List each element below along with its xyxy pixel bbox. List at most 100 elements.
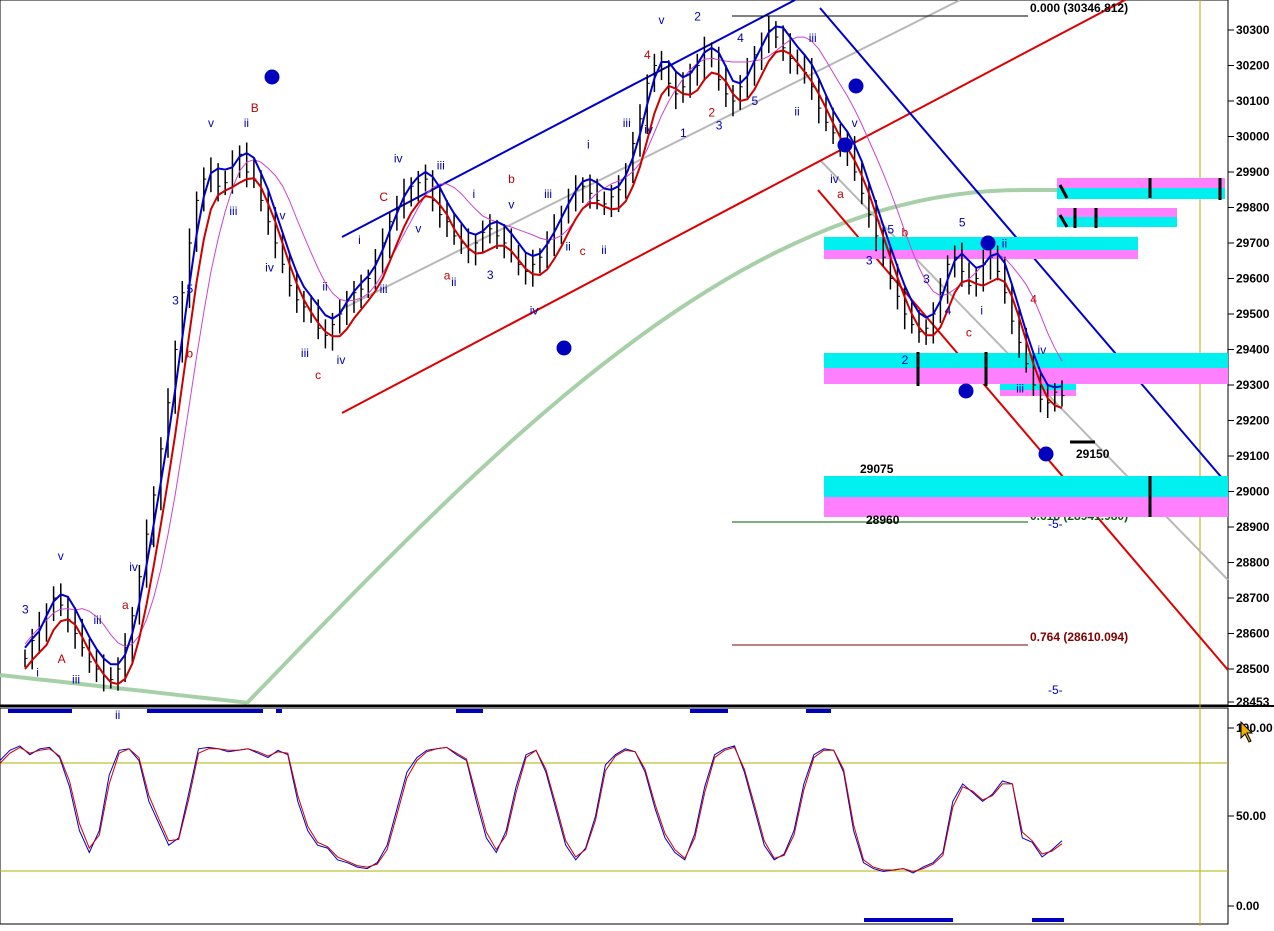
price-axis-label: 29200	[1236, 414, 1270, 428]
price-axis-label: 30000	[1236, 130, 1270, 144]
wave-label-blue: v	[852, 116, 858, 130]
wave-label-blue: 5	[751, 94, 758, 108]
wave-label-blue: i	[358, 233, 361, 247]
wave-label-blue: iii	[623, 116, 631, 130]
level-29075: 29075	[860, 462, 894, 476]
wave-circle-label: 3	[269, 71, 276, 85]
wave-label-blue: 3	[923, 272, 930, 286]
wave-label-blue: 5	[959, 215, 966, 229]
price-axis-label: 28600	[1236, 627, 1270, 641]
wave-label-blue: iii	[229, 204, 237, 218]
signal-bar	[147, 709, 263, 713]
wave-label-blue: ii	[244, 116, 249, 130]
wave-circle-label: 1	[842, 139, 849, 153]
wave-label-red: c	[580, 244, 586, 258]
chart-svg: 30300 30200 30100 30000 29900 29800 29700 29600…	[0, 0, 1274, 926]
wave-label-red: a	[444, 269, 451, 283]
wave-label-red: b	[508, 172, 515, 186]
wave-label-blue: iii	[809, 31, 817, 45]
wave-label-red: A	[58, 652, 66, 666]
signal-bar	[690, 709, 728, 713]
wave-label-blue: ii	[115, 708, 120, 722]
price-zone	[1057, 178, 1225, 188]
wave-label-red: b	[186, 347, 193, 361]
price-axis-label: 29900	[1236, 165, 1270, 179]
price-axis-label: 29700	[1236, 236, 1270, 250]
wave-label-blue: iii	[380, 282, 388, 296]
wave-label-blue: 3	[866, 254, 873, 268]
wave-label-blue: 4	[945, 303, 952, 317]
wave-label-blue: iii	[301, 346, 309, 360]
level-28960: 28960	[866, 513, 900, 527]
wave-label-blue: iv	[394, 152, 403, 166]
wave-label-red: a	[837, 187, 844, 201]
wave-circle-label: 3	[963, 385, 970, 399]
stoch-line-0	[0, 745, 1063, 874]
wave-label-red: B	[251, 101, 259, 115]
fib-label-0: 0.000 (30346.812)	[1030, 1, 1128, 15]
wave-label-blue: iv	[1038, 343, 1047, 357]
signal-bar	[864, 918, 953, 922]
wave-label-blue: ii	[601, 243, 606, 257]
price-zone	[1057, 188, 1225, 199]
wave-label-red: b	[902, 225, 909, 239]
wave-label-blue: iii	[437, 159, 445, 173]
wave-label-blue: iii	[94, 613, 102, 627]
wave-label-blue: ii	[451, 275, 456, 289]
fib-marker-b: -5-	[1048, 683, 1063, 697]
wave-label-red: c	[315, 368, 321, 382]
fib-label-764: 0.764 (28610.094)	[1030, 630, 1128, 644]
wave-label-blue: 1	[680, 126, 687, 140]
wave-label-blue: iv	[830, 172, 839, 186]
wave-label-blue: iv	[265, 261, 274, 275]
wave-circle-label: 5	[1043, 448, 1050, 462]
wave-label-blue: ii	[794, 105, 799, 119]
wave-label-blue: iv	[530, 303, 539, 317]
price-zone	[824, 476, 1228, 497]
wave-label-blue: iii	[1016, 381, 1024, 395]
wave-label-blue: i	[36, 665, 39, 679]
price-axis-label: 29300	[1236, 378, 1270, 392]
stoch-axis-label: 0.00	[1236, 899, 1260, 913]
price-axis-label: 29000	[1236, 485, 1270, 499]
price-axis-label: 29500	[1236, 307, 1270, 321]
chart-root: 30300 30200 30100 30000 29900 29800 29700 29600…	[0, 0, 1274, 926]
wave-circle-label: 4	[561, 342, 568, 356]
price-axis-label: 30200	[1236, 59, 1270, 73]
wave-label-red: a	[122, 598, 129, 612]
wave-label-blue: iv	[129, 560, 138, 574]
level-29150: 29150	[1076, 447, 1110, 461]
wave-label-blue: iv	[644, 122, 653, 136]
wave-label-blue: 5	[887, 223, 894, 237]
price-axis-label: 28800	[1236, 556, 1270, 570]
wave-label-red: c	[966, 325, 972, 339]
stoch-line-1	[0, 746, 1063, 873]
price-axis-label: 30100	[1236, 94, 1270, 108]
wave-label-blue: v	[279, 208, 285, 222]
price-axis-label: 28500	[1236, 662, 1270, 676]
wave-label-blue: i	[980, 303, 983, 317]
wave-label-blue: v	[415, 222, 421, 236]
wave-circle-label: 2	[853, 80, 860, 94]
wave-label-blue: 2	[902, 353, 909, 367]
wave-label-blue: v	[58, 549, 64, 563]
wave-label-blue: i	[473, 187, 476, 201]
wave-label-blue: 5	[186, 282, 193, 296]
stoch-axis-label: 50.00	[1236, 809, 1266, 823]
wave-label-red: 2	[708, 105, 715, 119]
price-axis-label: 29800	[1236, 201, 1270, 215]
wave-label-blue: v	[508, 198, 514, 212]
wave-label-blue: iii	[72, 673, 80, 687]
signal-bar	[276, 709, 282, 713]
wave-label-blue: 3	[716, 119, 723, 133]
wave-label-blue: 4	[737, 31, 744, 45]
wave-label-blue: ii	[566, 239, 571, 253]
red-downtrend-line	[817, 189, 1229, 671]
wave-label-blue: i	[587, 137, 590, 151]
price-axis-label: 29600	[1236, 272, 1270, 286]
price-axis-label: 28453	[1236, 695, 1270, 709]
signal-bar	[806, 709, 831, 713]
signal-bar	[456, 709, 483, 713]
wave-label-red: 4	[1030, 293, 1037, 307]
wave-label-blue: v	[659, 13, 665, 27]
